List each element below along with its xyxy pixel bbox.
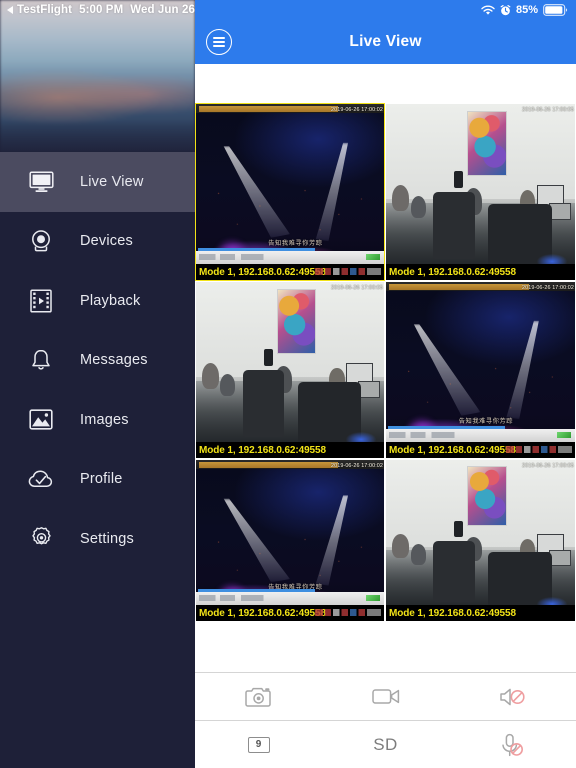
video-stream: 告知我难寻你芳踪 <box>196 460 384 621</box>
status-date-label: Wed Jun 26 <box>130 4 195 16</box>
picture-icon <box>25 404 57 436</box>
sidebar-item-label: Playback <box>80 292 141 309</box>
video-timestamp: 2019-06-26 17:00:05 <box>522 463 574 469</box>
video-tile[interactable]: 告知我难寻你芳踪 2019-06-26 17:00:02 Mode 1, 192… <box>385 281 576 459</box>
sidebar-item-live-view[interactable]: Live View <box>0 152 195 212</box>
sidebar-item-profile[interactable]: Profile <box>0 450 195 510</box>
grid-count-icon: 9 <box>247 736 270 753</box>
bottom-toolbars: 9 SD <box>195 672 576 768</box>
video-tile-footer: Mode 1, 192.168.0.62:49558 <box>196 605 384 621</box>
stream-quality-label: SD <box>373 734 398 754</box>
toolbar-row-secondary: 9 SD <box>195 720 576 768</box>
video-stream-label: Mode 1, 192.168.0.62:49558 <box>199 607 326 619</box>
bell-icon <box>25 344 57 376</box>
video-tile-footer: Mode 1, 192.168.0.62:49558 <box>386 264 575 280</box>
video-stream <box>386 104 575 280</box>
film-strip-icon <box>25 285 57 317</box>
video-stream-label: Mode 1, 192.168.0.62:49558 <box>389 607 516 619</box>
video-stream-label: Mode 1, 192.168.0.62:49558 <box>389 266 516 278</box>
alarm-icon <box>500 4 511 16</box>
sidebar-item-messages[interactable]: Messages <box>0 331 195 391</box>
video-stream <box>386 460 575 621</box>
video-tile[interactable]: 告知我难寻你芳踪 2019-06-26 17:00:02 Mode 1, 192… <box>195 103 385 281</box>
top-navigation-bar: Live View <box>195 20 576 64</box>
battery-icon <box>543 4 568 16</box>
video-tile-footer: Mode 1, 192.168.0.62:49558 <box>386 442 575 458</box>
microphone-muted-icon <box>500 733 526 757</box>
audio-mute-button[interactable] <box>449 673 576 720</box>
sidebar: TestFlight 5:00 PM Wed Jun 26 Live View <box>0 0 195 768</box>
main-panel: 85% Live View 告知我难寻你芳踪 2019-06-26 17:00:… <box>195 0 576 768</box>
sidebar-item-label: Profile <box>80 471 123 488</box>
sidebar-item-label: Messages <box>80 352 148 369</box>
video-subtitle: 告知我难寻你芳踪 <box>458 417 514 425</box>
video-timestamp: 2019-06-26 17:00:05 <box>331 285 383 291</box>
sidebar-item-label: Devices <box>80 233 133 250</box>
live-view-grid: 告知我难寻你芳踪 2019-06-26 17:00:02 Mode 1, 192… <box>195 103 576 622</box>
video-tile-footer: Mode 1, 192.168.0.62:49558 <box>196 264 384 280</box>
sidebar-item-label: Settings <box>80 530 134 547</box>
toolbar-row-primary <box>195 672 576 720</box>
speaker-muted-icon <box>499 686 527 708</box>
sidebar-item-label: Images <box>80 411 129 428</box>
video-tile-footer: Mode 1, 192.168.0.62:49558 <box>386 605 575 621</box>
video-timestamp: 2019-06-26 17:00:02 <box>331 107 383 113</box>
sidebar-nav-list: Live View Devices Playback Messages Imag… <box>0 152 195 569</box>
camera-icon <box>245 686 272 708</box>
video-timestamp: 2019-06-26 17:00:05 <box>522 107 574 113</box>
panel-status-bar: 85% <box>195 0 576 20</box>
record-button[interactable] <box>322 673 449 720</box>
camera-dome-icon <box>25 225 57 257</box>
video-stream: 告知我难寻你芳踪 <box>386 282 575 458</box>
battery-percent-label: 85% <box>515 4 538 16</box>
layout-button[interactable]: 9 <box>195 721 322 768</box>
app-root: TestFlight 5:00 PM Wed Jun 26 Live View <box>0 0 576 768</box>
back-arrow-icon[interactable] <box>7 6 13 14</box>
video-camera-icon <box>371 687 400 706</box>
video-tile[interactable]: 2019-06-26 17:00:05 Mode 1, 192.168.0.62… <box>385 103 576 281</box>
gear-icon <box>25 523 57 555</box>
sidebar-item-devices[interactable]: Devices <box>0 212 195 272</box>
video-stream <box>196 282 384 458</box>
video-timestamp: 2019-06-26 17:00:02 <box>522 285 574 291</box>
snapshot-button[interactable] <box>195 673 322 720</box>
hamburger-menu-icon[interactable] <box>206 29 232 55</box>
video-tile[interactable]: 告知我难寻你芳踪 2019-06-26 17:00:02 Mode 1, 192… <box>195 459 385 622</box>
status-time-label: 5:00 PM <box>79 4 124 16</box>
ios-status-bar: TestFlight 5:00 PM Wed Jun 26 <box>0 0 195 20</box>
sidebar-item-playback[interactable]: Playback <box>0 271 195 331</box>
sidebar-item-label: Live View <box>80 173 144 190</box>
mic-mute-button[interactable] <box>449 721 576 768</box>
video-stream: 告知我难寻你芳踪 <box>196 104 384 280</box>
status-back-app-label[interactable]: TestFlight <box>17 4 72 16</box>
page-title: Live View <box>349 33 422 50</box>
video-stream-label: Mode 1, 192.168.0.62:49558 <box>199 266 326 278</box>
video-tile[interactable]: 2019-06-26 17:00:05 Mode 1, 192.168.0.62… <box>195 281 385 459</box>
video-chips-strip <box>315 609 381 616</box>
video-chips-strip <box>506 446 572 453</box>
video-stream-label: Mode 1, 192.168.0.62:49558 <box>389 444 516 456</box>
video-subtitle: 告知我难寻你芳踪 <box>268 239 323 247</box>
sidebar-item-settings[interactable]: Settings <box>0 509 195 569</box>
video-tile[interactable]: 2019-06-26 17:00:05 Mode 1, 192.168.0.62… <box>385 459 576 622</box>
sidebar-item-images[interactable]: Images <box>0 390 195 450</box>
monitor-icon <box>25 166 57 198</box>
video-tile-footer: Mode 1, 192.168.0.62:49558 <box>196 442 384 458</box>
video-chips-strip <box>315 268 381 275</box>
quality-button[interactable]: SD <box>322 721 449 768</box>
video-timestamp: 2019-06-26 17:00:02 <box>331 463 383 469</box>
video-stream-label: Mode 1, 192.168.0.62:49558 <box>199 444 326 456</box>
cloud-check-icon <box>25 463 57 495</box>
wifi-icon <box>481 4 495 16</box>
